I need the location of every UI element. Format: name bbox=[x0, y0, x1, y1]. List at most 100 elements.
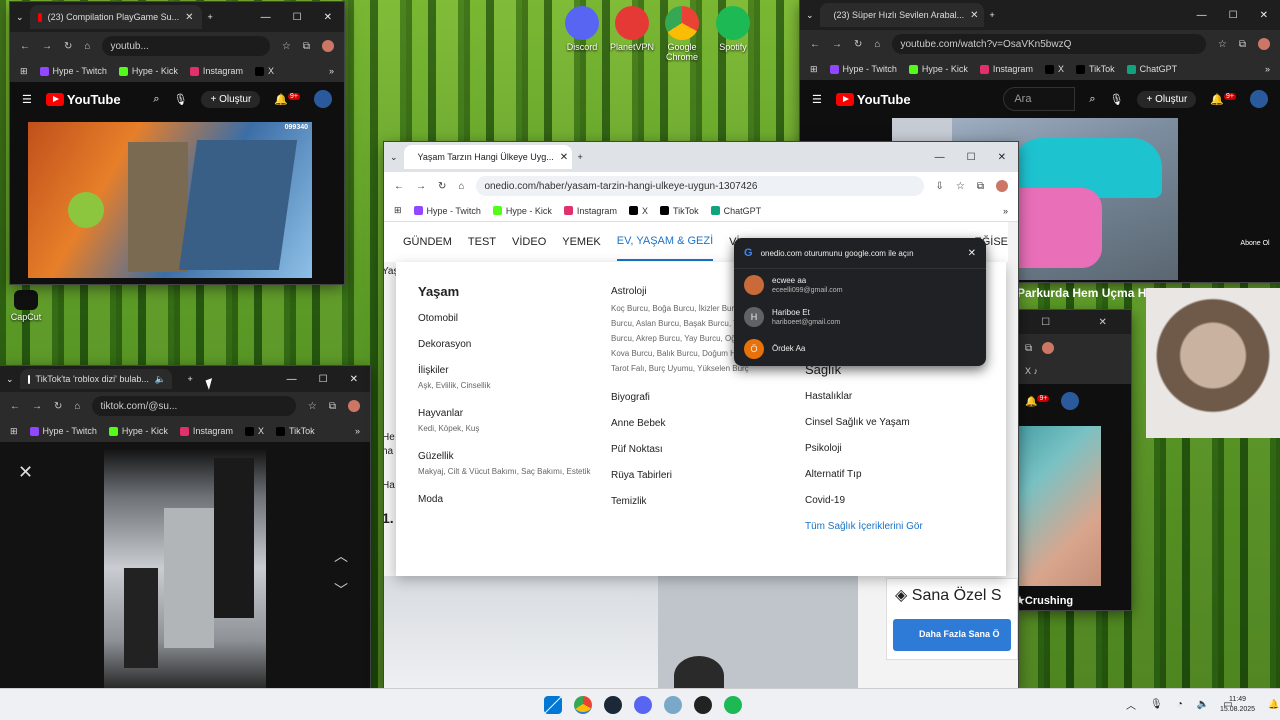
forward-icon[interactable]: → bbox=[32, 401, 42, 412]
menu-item[interactable]: Anne Bebek bbox=[611, 418, 779, 429]
account-item[interactable]: H Hariboe Et hariboeet@gmail.com bbox=[734, 301, 986, 333]
video-player[interactable] bbox=[1017, 426, 1101, 586]
bookmark-item[interactable]: Hype - Twitch bbox=[39, 66, 107, 76]
notification-center-icon[interactable]: 🔔 bbox=[1268, 699, 1279, 710]
notification-icon[interactable]: 🔔 9+ bbox=[1025, 394, 1050, 407]
tiktok-video[interactable] bbox=[104, 448, 266, 688]
menu-item[interactable]: Alternatif Tıp bbox=[805, 469, 995, 480]
desktop-icon-spotify[interactable]: Spotify bbox=[703, 6, 763, 52]
mic-icon[interactable]: 🎙 bbox=[173, 93, 187, 106]
more-bookmarks-icon[interactable]: » bbox=[1265, 64, 1270, 74]
menu-item[interactable]: İlişkiler Aşk, Evlilik, Cinsellik bbox=[418, 365, 598, 393]
close-tab-icon[interactable]: ✕ bbox=[970, 10, 978, 21]
bookmark-item[interactable]: ChatGPT bbox=[1126, 64, 1177, 74]
bookmark-item[interactable]: Hype - Twitch bbox=[413, 206, 481, 216]
desktop-icon-capcut[interactable]: CapCut bbox=[0, 290, 56, 322]
extensions-icon[interactable]: ⧉ bbox=[329, 401, 336, 412]
nav-item[interactable]: TEST bbox=[468, 236, 496, 248]
new-tab-button[interactable]: + bbox=[208, 12, 213, 22]
avatar[interactable] bbox=[1250, 90, 1268, 108]
menu-item[interactable]: Psikoloji bbox=[805, 443, 995, 454]
address-bar[interactable]: youtube.com/watch?v=OsaVKn5bwzQ bbox=[892, 34, 1206, 54]
forward-icon[interactable]: → bbox=[832, 39, 842, 50]
extensions-icon[interactable]: ⧉ bbox=[977, 181, 984, 192]
close-window-icon[interactable]: ✕ bbox=[324, 12, 332, 23]
forward-icon[interactable]: → bbox=[42, 41, 52, 52]
menu-item[interactable]: Temizlik bbox=[611, 496, 779, 507]
steam-icon[interactable] bbox=[604, 695, 622, 714]
apps-icon[interactable]: ⊞ bbox=[20, 66, 28, 77]
more-bookmarks-icon[interactable]: » bbox=[355, 426, 360, 436]
bookmark-item[interactable]: X bbox=[628, 206, 648, 216]
home-icon[interactable]: ⌂ bbox=[874, 39, 880, 50]
tab-search-icon[interactable]: ⌄ bbox=[6, 374, 14, 385]
back-icon[interactable]: ← bbox=[20, 41, 30, 52]
bookmark-item[interactable]: Hype - Kick bbox=[908, 64, 968, 74]
minimize-icon[interactable]: — bbox=[935, 152, 945, 163]
capcut-taskbar-icon[interactable] bbox=[664, 695, 682, 714]
menu-item[interactable]: Hastalıklar bbox=[805, 391, 995, 402]
menu-icon[interactable]: ☰ bbox=[812, 93, 822, 106]
close-window-icon[interactable]: ✕ bbox=[350, 374, 358, 385]
star-icon[interactable]: ☆ bbox=[308, 401, 317, 412]
forward-icon[interactable]: → bbox=[416, 181, 426, 192]
bookmark-item[interactable]: Hype - Kick bbox=[108, 426, 168, 436]
back-icon[interactable]: ← bbox=[810, 39, 820, 50]
start-icon[interactable] bbox=[544, 695, 562, 714]
close-video-icon[interactable]: ✕ bbox=[18, 462, 33, 483]
chevron-up-icon[interactable]: ︿ bbox=[1126, 697, 1136, 712]
subscribe-badge[interactable]: Abone Ol bbox=[1238, 240, 1272, 272]
tab-search-icon[interactable]: ⌄ bbox=[806, 10, 814, 21]
bookmark-item[interactable]: ChatGPT bbox=[710, 206, 761, 216]
apps-icon[interactable]: ⊞ bbox=[810, 64, 818, 75]
bookmark-item[interactable]: Instagram bbox=[179, 426, 233, 436]
maximize-icon[interactable]: ☐ bbox=[1229, 10, 1238, 21]
mic-icon[interactable]: 🎙 bbox=[1109, 93, 1123, 106]
maximize-icon[interactable]: ☐ bbox=[319, 374, 328, 385]
home-icon[interactable]: ⌂ bbox=[74, 401, 80, 412]
bookmark-item[interactable]: X bbox=[1044, 64, 1064, 74]
youtube-logo[interactable]: YouTube bbox=[45, 92, 121, 107]
search-input[interactable]: Ara bbox=[1003, 87, 1076, 111]
chrome-taskbar-icon[interactable] bbox=[574, 695, 592, 714]
more-bookmarks-icon[interactable]: » bbox=[1003, 206, 1008, 216]
address-bar[interactable]: youtub... bbox=[102, 36, 270, 56]
close-window-icon[interactable]: ✕ bbox=[998, 152, 1006, 163]
close-tab-icon[interactable]: ✕ bbox=[560, 152, 568, 163]
bookmark-item[interactable]: Instagram bbox=[563, 206, 617, 216]
tab-onedio[interactable]: Yaşam Tarzın Hangi Ülkeye Uyg... ✕ bbox=[403, 145, 572, 169]
back-icon[interactable]: ← bbox=[10, 401, 20, 412]
nav-item[interactable]: EV, YAŞAM & GEZİ bbox=[616, 223, 714, 261]
menu-item[interactable]: Cinsel Sağlık ve Yaşam bbox=[805, 417, 995, 428]
nav-item[interactable]: YEMEK bbox=[562, 236, 601, 248]
bookmark-item[interactable]: Hype - Kick bbox=[118, 66, 178, 76]
back-icon[interactable]: ← bbox=[394, 181, 404, 192]
install-icon[interactable]: ⇩ bbox=[936, 181, 944, 192]
speaker-icon[interactable]: 🔈 bbox=[155, 374, 166, 385]
new-tab-button[interactable]: + bbox=[990, 10, 995, 20]
address-bar[interactable]: onedio.com/haber/yasam-tarzin-hangi-ulke… bbox=[476, 176, 924, 196]
tab-youtube-right[interactable]: (23) Süper Hızlı Sevilen Arabal... ✕ bbox=[819, 3, 984, 27]
clock[interactable]: 11:49 15.08.2025 bbox=[1220, 695, 1255, 715]
chevron-down-icon[interactable]: ﹀ bbox=[334, 580, 348, 600]
bookmark-item[interactable]: TikTok bbox=[275, 426, 315, 436]
star-icon[interactable]: ☆ bbox=[1218, 39, 1227, 50]
menu-icon[interactable]: ☰ bbox=[22, 93, 32, 106]
nav-item[interactable]: VİDEO bbox=[512, 236, 546, 248]
maximize-icon[interactable]: ☐ bbox=[293, 12, 302, 23]
menu-item[interactable]: Güzellik Makyaj, Cilt & Vücut Bakımı, Saç… bbox=[418, 451, 598, 479]
maximize-icon[interactable]: ☐ bbox=[1041, 317, 1050, 328]
tab-youtube-left[interactable]: (23) Compilation PlayGame Su... ✕ bbox=[29, 5, 202, 29]
search-icon[interactable]: ⌕ bbox=[1089, 93, 1095, 106]
tab-search-icon[interactable]: ⌄ bbox=[16, 12, 24, 23]
minimize-icon[interactable]: — bbox=[1197, 10, 1207, 21]
create-button[interactable]: + Oluştur bbox=[1137, 90, 1197, 108]
chevron-up-icon[interactable]: ︿ bbox=[334, 546, 348, 566]
bookmark-item[interactable]: X bbox=[254, 66, 274, 76]
bookmark-item[interactable]: Instagram bbox=[189, 66, 243, 76]
menu-item[interactable]: Rüya Tabirleri bbox=[611, 470, 779, 481]
notification-icon[interactable]: 🔔 9+ bbox=[274, 92, 300, 106]
menu-item[interactable]: Dekorasyon bbox=[418, 339, 598, 350]
bookmark-item[interactable]: Hype - Kick bbox=[492, 206, 552, 216]
more-bookmarks-icon[interactable]: » bbox=[329, 66, 334, 76]
